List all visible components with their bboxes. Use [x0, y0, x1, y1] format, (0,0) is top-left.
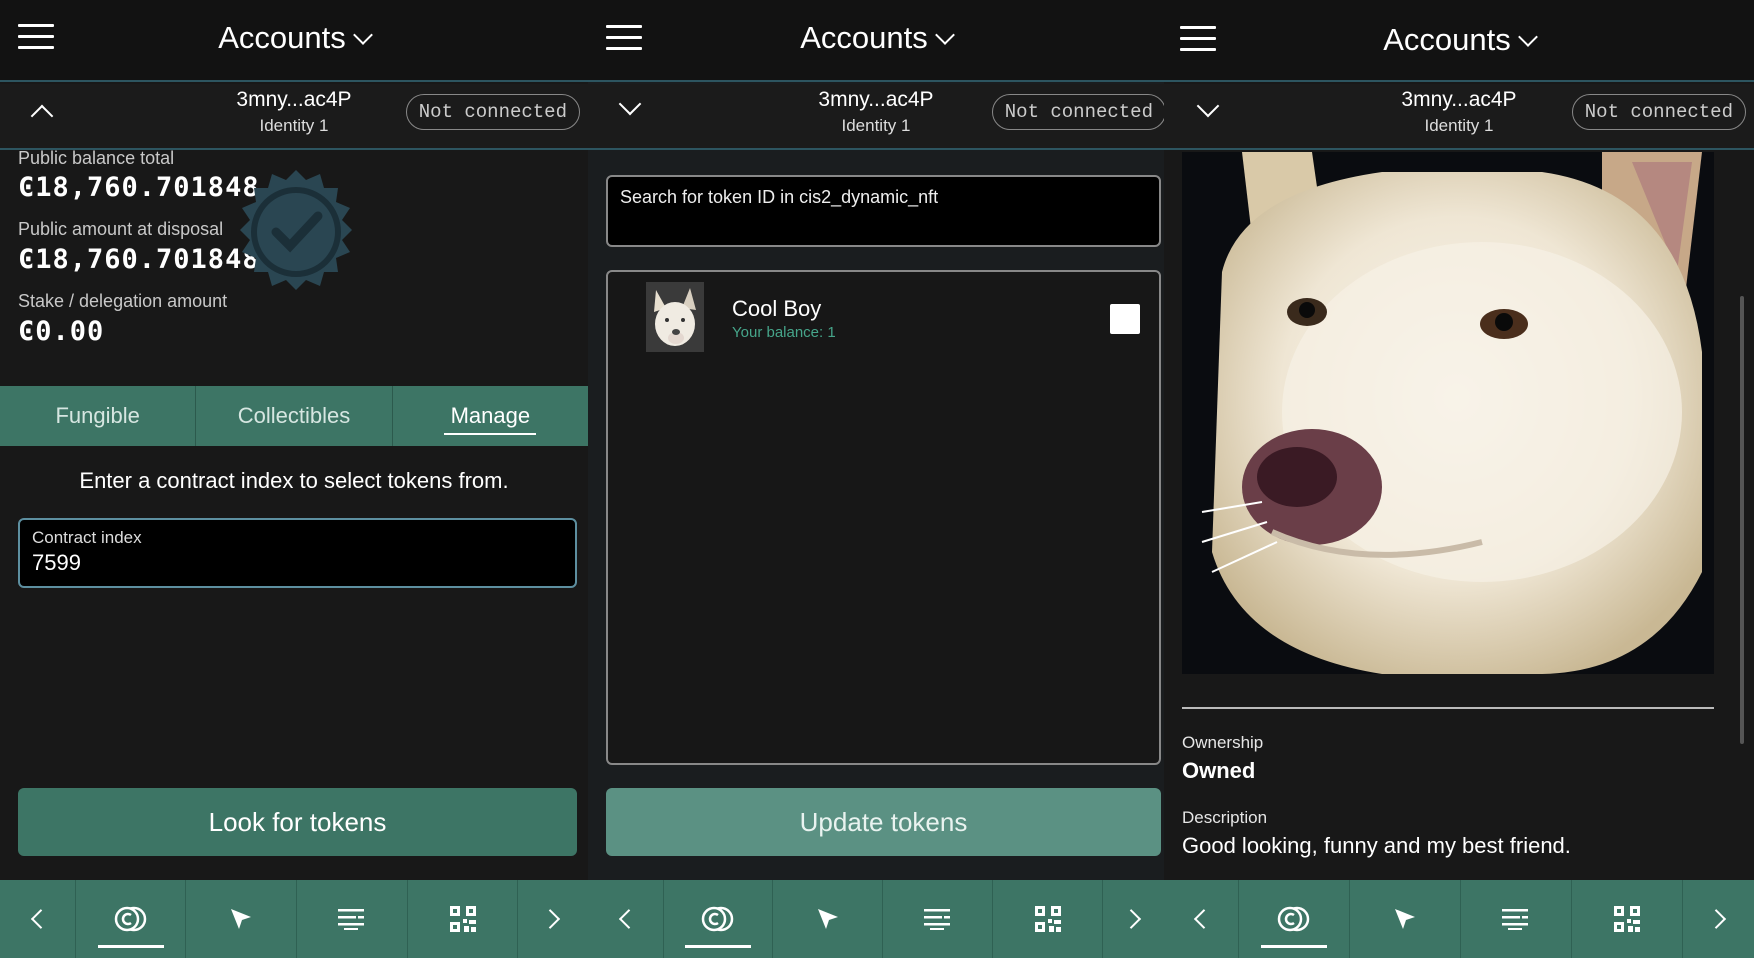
nav-forward[interactable] — [518, 880, 588, 958]
token-tabs: Fungible Collectibles Manage — [0, 386, 588, 446]
token-checkbox[interactable] — [1110, 304, 1140, 334]
nav-send[interactable] — [773, 880, 883, 958]
title-text: Accounts — [1383, 22, 1511, 57]
nav-list[interactable] — [297, 880, 408, 958]
page-title[interactable]: Accounts — [588, 20, 1164, 56]
nav-back[interactable] — [1164, 880, 1239, 958]
qr-code-icon — [449, 906, 476, 932]
send-icon — [1395, 909, 1415, 929]
nav-accounts[interactable] — [664, 880, 773, 958]
description-value: Good looking, funny and my best friend. — [1182, 833, 1571, 858]
disposal-value: Ͼ18,760.701848 — [18, 244, 260, 275]
chevron-down-icon — [352, 25, 373, 45]
tab-manage[interactable]: Manage — [393, 386, 588, 446]
screen-token-select: Accounts 3mny...ac4P Identity 1 Not conn… — [588, 0, 1164, 958]
nav-forward[interactable] — [1683, 880, 1754, 958]
account-bar: 3mny...ac4P Identity 1 Not connected — [0, 84, 588, 150]
nav-accounts[interactable] — [76, 880, 186, 958]
screen-manage: Accounts 3mny...ac4P Identity 1 Not conn… — [0, 0, 588, 958]
token-list: Cool Boy Your balance: 1 — [606, 270, 1161, 765]
connection-status-badge[interactable]: Not connected — [405, 94, 580, 130]
app-header: Accounts — [588, 0, 1164, 82]
nav-list[interactable] — [1461, 880, 1572, 958]
send-icon — [817, 909, 838, 929]
nft-image — [1182, 152, 1714, 674]
public-balance-label: Public balance total — [18, 148, 175, 168]
accounts-icon — [114, 906, 146, 932]
chevron-right-icon — [1705, 909, 1726, 929]
search-placeholder: Search for token ID in cis2_dynamic_nft — [620, 187, 939, 207]
bottom-navbar — [588, 880, 1164, 958]
bottom-navbar — [1164, 880, 1754, 958]
tab-fungible[interactable]: Fungible — [0, 386, 197, 446]
send-icon — [231, 909, 251, 929]
connection-status-badge[interactable]: Not connected — [991, 94, 1164, 130]
page-title[interactable]: Accounts — [1164, 22, 1754, 58]
nav-back[interactable] — [588, 880, 664, 958]
bottom-navbar — [0, 880, 588, 958]
chevron-left-icon — [1193, 909, 1214, 929]
manage-instruction: Enter a contract index to select tokens … — [79, 468, 509, 493]
account-bar: 3mny...ac4P Identity 1 Not connected — [1164, 84, 1754, 150]
nav-send[interactable] — [1350, 880, 1461, 958]
list-icon — [923, 909, 950, 930]
scrollbar[interactable] — [1740, 296, 1744, 744]
section-divider — [1182, 707, 1714, 709]
list-icon — [338, 909, 364, 930]
title-text: Accounts — [218, 20, 346, 55]
verified-seal-icon — [240, 170, 352, 290]
token-balance: Your balance: 1 — [732, 324, 836, 341]
app-header: Accounts — [1164, 0, 1754, 82]
nav-send[interactable] — [186, 880, 297, 958]
token-thumbnail — [646, 282, 704, 352]
nav-list[interactable] — [883, 880, 993, 958]
nav-accounts[interactable] — [1239, 880, 1350, 958]
list-icon — [1502, 909, 1528, 930]
screen-nft-detail: Accounts 3mny...ac4P Identity 1 Not conn… — [1164, 0, 1754, 958]
connection-status-badge[interactable]: Not connected — [1571, 94, 1746, 130]
stake-label: Stake / delegation amount — [18, 291, 228, 311]
update-tokens-button[interactable]: Update tokens — [606, 788, 1161, 856]
description-label: Description — [1182, 808, 1268, 827]
look-for-tokens-button[interactable]: Look for tokens — [18, 788, 577, 856]
accounts-icon — [1277, 906, 1310, 932]
tab-collectibles[interactable]: Collectibles — [196, 386, 393, 446]
nav-qr[interactable] — [1572, 880, 1683, 958]
chevron-left-icon — [618, 909, 639, 929]
ownership-value: Owned — [1182, 758, 1256, 783]
app-header: Accounts — [0, 0, 588, 82]
nav-forward[interactable] — [1103, 880, 1164, 958]
token-search-input[interactable]: Search for token ID in cis2_dynamic_nft — [606, 175, 1161, 247]
contract-index-field[interactable]: Contract index 7599 — [18, 518, 577, 588]
chevron-down-icon — [1517, 27, 1538, 47]
disposal-label: Public amount at disposal — [18, 219, 224, 239]
qr-code-icon — [1614, 906, 1640, 932]
public-balance-value: Ͼ18,760.701848 — [18, 172, 260, 203]
stake-value: Ͼ0.00 — [18, 316, 105, 347]
title-text: Accounts — [800, 20, 928, 55]
chevron-down-icon — [934, 25, 955, 45]
contract-index-label: Contract index — [32, 528, 142, 547]
chevron-left-icon — [30, 909, 51, 929]
ownership-label: Ownership — [1182, 733, 1264, 752]
nav-back[interactable] — [0, 880, 76, 958]
chevron-right-icon — [540, 909, 561, 929]
accounts-icon — [701, 906, 734, 932]
qr-code-icon — [1034, 906, 1061, 932]
chevron-right-icon — [1120, 909, 1141, 929]
nav-qr[interactable] — [408, 880, 518, 958]
page-title[interactable]: Accounts — [0, 20, 588, 56]
contract-index-value[interactable]: 7599 — [32, 550, 81, 576]
token-name: Cool Boy — [732, 296, 822, 321]
nav-qr[interactable] — [993, 880, 1103, 958]
account-bar: 3mny...ac4P Identity 1 Not connected — [588, 84, 1164, 150]
